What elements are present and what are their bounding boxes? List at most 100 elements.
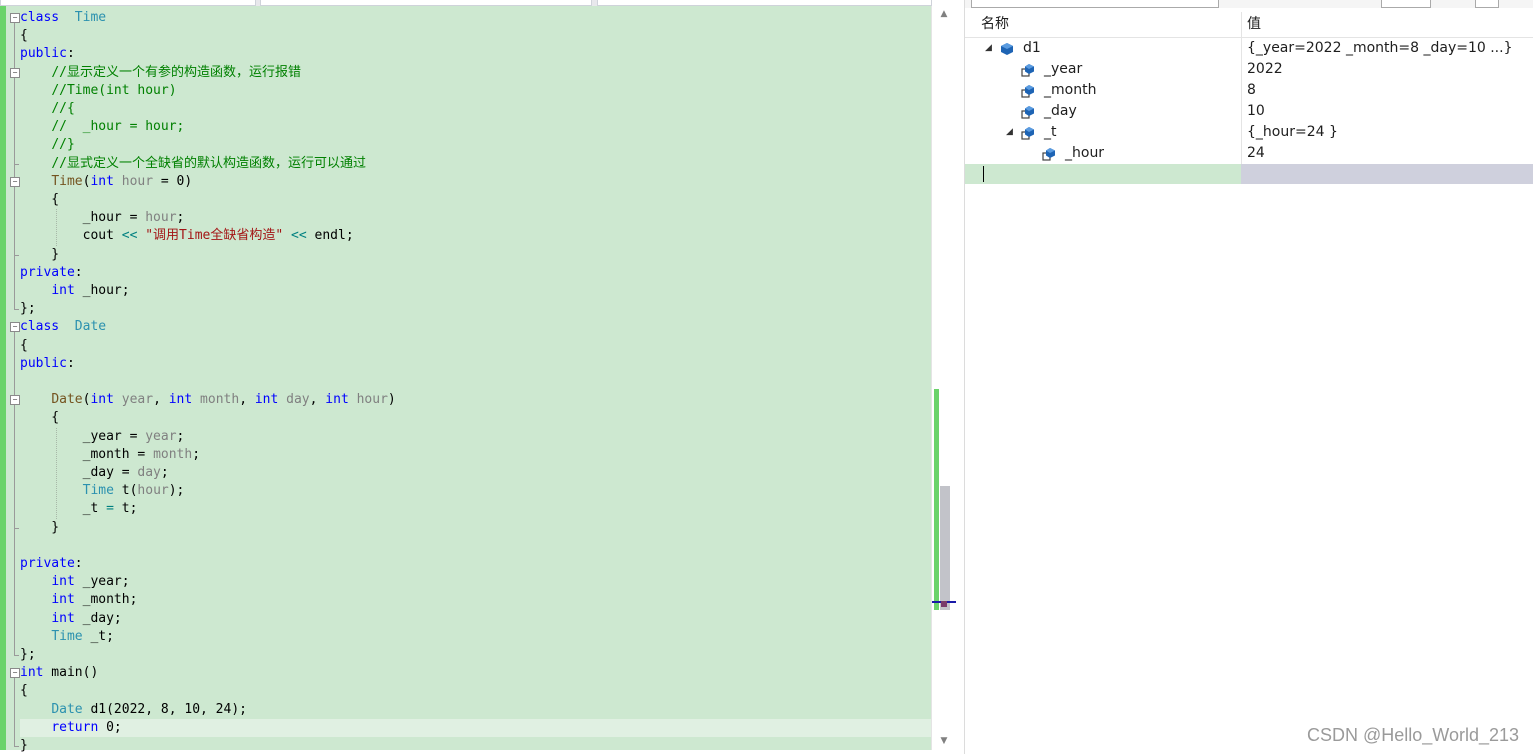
new-watch-row[interactable] <box>965 164 1533 184</box>
scroll-thumb[interactable] <box>940 486 950 610</box>
code-line[interactable]: } <box>20 519 931 537</box>
code-line[interactable]: Time t(hour); <box>20 482 931 500</box>
code-line[interactable]: Time _t; <box>20 628 931 646</box>
code-token: //Time(int hour) <box>51 82 177 98</box>
code-token: int <box>90 173 114 189</box>
scroll-up-icon[interactable]: ▲ <box>932 6 956 22</box>
code-line[interactable]: // _hour = hour; <box>20 118 931 136</box>
watch-value[interactable]: {_year=2022 _month=8 _day=10 ...} <box>1247 38 1512 59</box>
code-line[interactable]: _t = t; <box>20 500 931 518</box>
watch-row[interactable]: ◢ _t {_hour=24 } <box>965 122 1533 143</box>
code-line[interactable]: int _hour; <box>20 282 931 300</box>
fold-toggle-icon[interactable]: − <box>10 67 20 78</box>
code-line[interactable]: class Time <box>20 9 931 27</box>
fold-toggle-icon[interactable]: − <box>10 13 20 23</box>
fold-toggle-icon[interactable]: − <box>10 322 20 333</box>
scrollbar-change-marker <box>934 389 939 610</box>
watch-value[interactable]: 24 <box>1247 143 1265 164</box>
view-toggle-button[interactable] <box>1475 0 1499 8</box>
code-line[interactable]: }; <box>20 300 931 318</box>
field-icon <box>1020 83 1036 99</box>
editor-vertical-scrollbar[interactable]: ▲ ▼ <box>931 6 956 750</box>
fold-toggle-icon[interactable]: − <box>10 176 20 187</box>
code-line[interactable]: //显式定义一个全缺省的默认构造函数，运行可以通过 <box>20 155 931 173</box>
code-line[interactable]: private: <box>20 264 931 282</box>
watch-name: _day <box>1044 103 1077 119</box>
code-token: << <box>121 228 138 244</box>
code-area[interactable]: class Time{public: //显示定义一个有参的构造函数，运行报错 … <box>20 6 931 753</box>
watch-value[interactable]: 2022 <box>1247 59 1283 80</box>
watch-row[interactable]: ◢ d1 {_year=2022 _month=8 _day=10 ...} <box>965 38 1533 59</box>
code-line[interactable]: //Time(int hour) <box>20 82 931 100</box>
code-line[interactable]: Date(int year, int month, int day, int h… <box>20 391 931 409</box>
code-line[interactable]: int _year; <box>20 573 931 591</box>
code-token: : <box>66 46 75 62</box>
collapse-triangle-icon[interactable]: ◢ <box>985 38 992 59</box>
code-line[interactable]: cout << "调用Time全缺省构造" << endl; <box>20 227 931 245</box>
code-line[interactable]: { <box>20 191 931 209</box>
code-line[interactable]: _year = year; <box>20 428 931 446</box>
search-depth-field[interactable] <box>1381 0 1431 8</box>
code-token: _t <box>20 501 107 517</box>
code-line[interactable]: { <box>20 682 931 700</box>
code-line[interactable]: Date d1(2022, 8, 10, 24); <box>20 701 931 719</box>
watch-row[interactable]: _day 10 <box>965 101 1533 122</box>
code-line[interactable]: _day = day; <box>20 464 931 482</box>
code-line[interactable] <box>20 537 931 555</box>
code-line[interactable]: { <box>20 409 931 427</box>
collapse-triangle-icon[interactable]: ◢ <box>1006 122 1013 143</box>
code-token: cout <box>20 228 122 244</box>
code-line[interactable]: }; <box>20 646 931 664</box>
fold-end <box>14 655 19 656</box>
watch-value[interactable]: 8 <box>1247 80 1256 101</box>
code-line[interactable]: return 0; <box>20 718 931 737</box>
code-line[interactable] <box>20 373 931 391</box>
code-line[interactable]: int _month; <box>20 591 931 609</box>
code-line[interactable]: _hour = hour; <box>20 209 931 227</box>
code-line[interactable]: //{ <box>20 100 931 118</box>
code-editor[interactable]: class Time{public: //显示定义一个有参的构造函数，运行报错 … <box>0 0 956 754</box>
watch-value[interactable]: 10 <box>1247 101 1265 122</box>
code-line[interactable]: int main() <box>20 664 931 682</box>
code-line[interactable]: Time(int hour = 0) <box>20 173 931 191</box>
code-token: class <box>20 319 60 335</box>
new-watch-name-cell[interactable] <box>965 164 1241 184</box>
code-line[interactable]: } <box>20 246 931 264</box>
fold-toggle-icon[interactable]: − <box>10 395 20 406</box>
code-line[interactable]: private: <box>20 555 931 573</box>
fold-line <box>14 77 15 164</box>
code-token: , <box>153 392 169 408</box>
watch-row[interactable]: _hour 24 <box>965 143 1533 164</box>
code-line[interactable]: int _day; <box>20 610 931 628</box>
column-value-header[interactable]: 值 <box>1247 12 1261 37</box>
code-token: Date <box>51 701 83 717</box>
search-input[interactable] <box>971 0 1219 8</box>
scroll-down-icon[interactable]: ▼ <box>932 733 956 749</box>
code-token: = 0) <box>153 173 193 189</box>
code-line[interactable]: public: <box>20 45 931 63</box>
code-token: 0; <box>98 719 122 735</box>
code-line[interactable]: } <box>20 737 931 755</box>
code-line[interactable]: //显示定义一个有参的构造函数，运行报错 <box>20 64 931 82</box>
watch-row[interactable]: _year 2022 <box>965 59 1533 80</box>
code-line[interactable]: { <box>20 27 931 45</box>
code-line[interactable]: { <box>20 337 931 355</box>
code-token: Date <box>51 392 83 408</box>
fold-toggle-icon[interactable]: − <box>10 668 20 679</box>
code-token: hour <box>137 483 169 499</box>
code-line[interactable]: public: <box>20 355 931 373</box>
code-line[interactable]: _month = month; <box>20 446 931 464</box>
code-line[interactable]: class Date <box>20 318 931 336</box>
code-token: month <box>192 392 240 408</box>
code-line[interactable]: //} <box>20 136 931 154</box>
column-name-header[interactable]: 名称 <box>981 12 1009 37</box>
code-token: ); <box>168 483 193 499</box>
watch-row[interactable]: _month 8 <box>965 80 1533 101</box>
watch-value[interactable]: {_hour=24 } <box>1247 122 1338 143</box>
